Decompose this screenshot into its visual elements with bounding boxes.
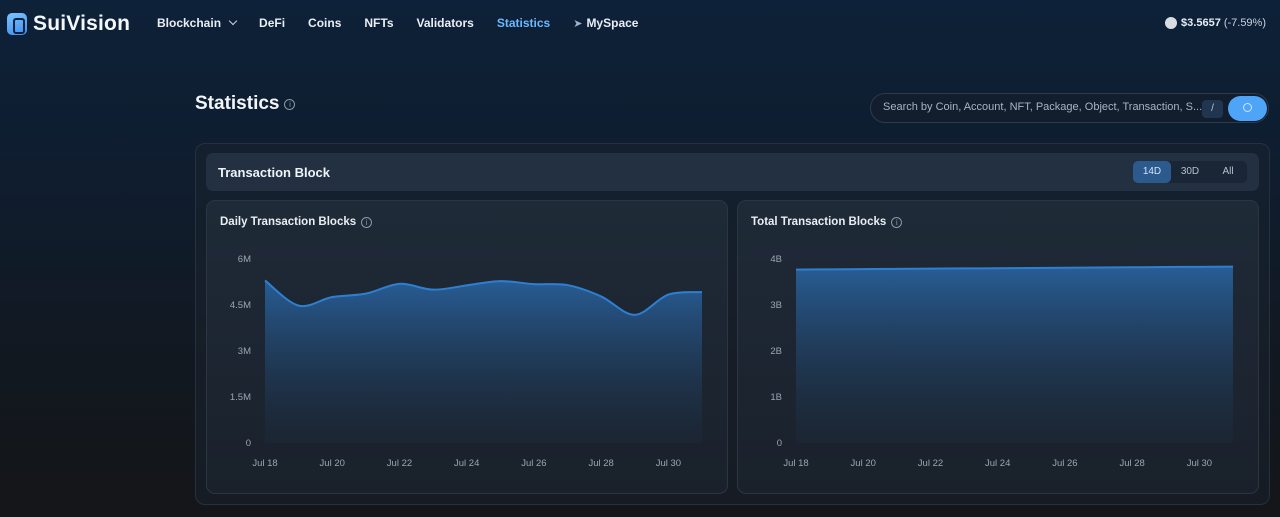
panel-header: Transaction Block 14D 30D All xyxy=(206,153,1259,191)
y-tick-label: 4B xyxy=(770,254,782,265)
price-value: $3.5657 xyxy=(1181,17,1221,29)
range-14d-button[interactable]: 14D xyxy=(1133,161,1171,183)
chevron-down-icon xyxy=(228,16,238,26)
price-change: (-7.59%) xyxy=(1223,17,1266,29)
y-tick-label: 1B xyxy=(770,392,782,403)
nav-item-statistics[interactable]: Statistics xyxy=(497,16,550,30)
search-button[interactable] xyxy=(1228,96,1267,121)
y-tick-label: 6M xyxy=(238,254,251,265)
search-shortcut-badge: / xyxy=(1202,100,1223,118)
x-tick-label: Jul 22 xyxy=(918,458,943,469)
nav-item-myspace[interactable]: ➤ MySpace xyxy=(573,16,638,30)
x-tick-label: Jul 26 xyxy=(521,458,546,469)
total-transaction-blocks-card: Total Transaction Blocks i 0 1B 2B 3B 4B Jul … xyxy=(737,200,1259,494)
nav-item-validators[interactable]: Validators xyxy=(417,16,474,30)
nav-item-blockchain[interactable]: Blockchain xyxy=(157,16,238,30)
x-tick-label: Jul 26 xyxy=(1052,458,1077,469)
x-tick-label: Jul 28 xyxy=(588,458,613,469)
x-tick-label: Jul 30 xyxy=(656,458,681,469)
page-title-text: Statistics xyxy=(195,93,280,114)
x-tick-label: Jul 20 xyxy=(851,458,876,469)
nav-item-defi[interactable]: DeFi xyxy=(259,16,285,30)
series-area xyxy=(796,266,1233,443)
logo-text: SuiVision xyxy=(33,12,131,35)
nav-item-label: MySpace xyxy=(586,16,639,30)
total-transaction-blocks-chart[interactable]: 0 1B 2B 3B 4B Jul 18 Jul 20 Jul 22 Jul 24 Jul 26 J… xyxy=(738,201,1259,494)
x-tick-label: Jul 30 xyxy=(1187,458,1212,469)
suivision-logo-icon xyxy=(7,13,27,35)
y-tick-label: 1.5M xyxy=(230,392,251,403)
nav-item-coins[interactable]: Coins xyxy=(308,16,341,30)
range-all-button[interactable]: All xyxy=(1209,161,1247,183)
daily-transaction-blocks-card: Daily Transaction Blocks i 0 1.5M 3M 4.5M 6M… xyxy=(206,200,728,494)
logo[interactable]: SuiVision xyxy=(7,12,130,36)
series-area xyxy=(265,280,702,443)
x-tick-label: Jul 18 xyxy=(252,458,277,469)
x-tick-label: Jul 28 xyxy=(1119,458,1144,469)
y-tick-label: 3B xyxy=(770,300,782,311)
info-icon[interactable]: i xyxy=(284,98,296,110)
nav-item-nfts[interactable]: NFTs xyxy=(364,16,393,30)
x-tick-label: Jul 18 xyxy=(783,458,808,469)
x-tick-label: Jul 20 xyxy=(320,458,345,469)
nav-item-label: Statistics xyxy=(496,16,551,30)
search-input[interactable] xyxy=(883,101,1203,113)
range-30d-button[interactable]: 30D xyxy=(1171,161,1209,183)
x-tick-label: Jul 22 xyxy=(387,458,412,469)
transaction-block-panel: Transaction Block 14D 30D All Daily Tran… xyxy=(195,143,1270,505)
range-selector: 14D 30D All xyxy=(1133,161,1247,183)
y-tick-label: 0 xyxy=(246,438,251,449)
search-icon xyxy=(1243,103,1252,112)
top-nav: SuiVision Blockchain DeFi Coins NFTs Val… xyxy=(0,0,1280,48)
page-title: Statistics i xyxy=(195,93,296,115)
sui-coin-icon xyxy=(1165,17,1178,29)
x-tick-label: Jul 24 xyxy=(985,458,1010,469)
x-tick-label: Jul 24 xyxy=(454,458,479,469)
y-tick-label: 0 xyxy=(777,438,782,449)
nav-item-label: Coins xyxy=(308,16,342,30)
rocket-icon: ➤ xyxy=(573,17,583,30)
search-bar: / xyxy=(870,93,1269,123)
nav-item-label: Validators xyxy=(416,16,474,30)
y-tick-label: 4.5M xyxy=(230,300,251,311)
sui-price: $3.5657 (-7.59%) xyxy=(1165,17,1266,29)
y-tick-label: 3M xyxy=(238,346,251,357)
nav-item-label: Blockchain xyxy=(157,16,222,30)
nav-item-label: DeFi xyxy=(259,16,286,30)
nav-item-label: NFTs xyxy=(364,16,394,30)
y-tick-label: 2B xyxy=(770,346,782,357)
daily-transaction-blocks-chart[interactable]: 0 1.5M 3M 4.5M 6M Jul 18 Jul 20 Jul 22 Jul 24 Jul… xyxy=(207,201,728,494)
panel-title: Transaction Block xyxy=(218,165,330,180)
main-menu: Blockchain DeFi Coins NFTs Validators St… xyxy=(157,16,661,30)
